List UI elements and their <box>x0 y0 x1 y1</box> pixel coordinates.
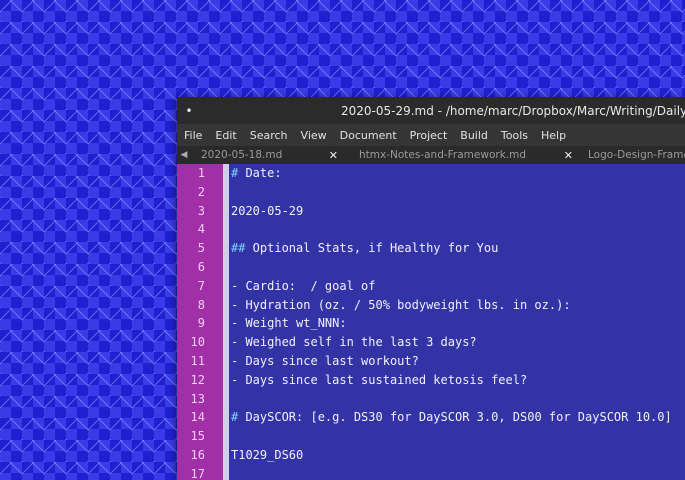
code-line[interactable]: # Date: <box>231 164 685 183</box>
tab-scroll-left-icon[interactable]: ◀ <box>177 150 191 160</box>
code-text-area[interactable]: # Date: 2020-05-29 ## Optional Stats, if H… <box>229 164 685 480</box>
code-line-text: - Weight wt_NNN: <box>231 316 347 331</box>
menu-help[interactable]: Help <box>541 129 566 142</box>
code-line-text: 2020-05-29 <box>231 203 304 218</box>
editor-area[interactable]: 1 2 3 4 5 6 7 8 9 10 11 12 13 14 15 16 17 # Date: 2020-05… <box>177 164 685 480</box>
line-number: 7 <box>197 278 205 293</box>
menu-edit[interactable]: Edit <box>215 129 236 142</box>
code-line-text: DaySCOR: [e.g. DS30 for DaySCOR 3.0, DS0… <box>238 410 672 425</box>
line-number: 13 <box>190 391 205 406</box>
line-number: 17 <box>190 466 205 480</box>
document-tabbar: ◀ 2020-05-18.md ✕ htmx-Notes-and-Framewo… <box>177 146 685 164</box>
code-line[interactable]: - Cardio: / goal of <box>231 277 685 296</box>
geany-editor-window: • 2020-05-29.md - /home/marc/Dropbox/Mar… <box>177 97 685 480</box>
code-line[interactable] <box>231 465 685 480</box>
code-line-text: Optional Stats, if Healthy for You <box>245 241 499 256</box>
tab-label: htmx-Notes-and-Framework.md <box>359 149 527 161</box>
line-number: 8 <box>197 297 205 312</box>
code-line-text: - Cardio: / goal of <box>231 278 376 293</box>
line-number: 3 <box>197 203 205 218</box>
code-line[interactable]: - Days since last workout? <box>231 352 685 371</box>
line-number: 16 <box>190 447 205 462</box>
tab-2020-05-18[interactable]: 2020-05-18.md ✕ <box>191 149 346 162</box>
menu-build[interactable]: Build <box>460 129 488 142</box>
code-line[interactable] <box>231 220 685 239</box>
code-line[interactable]: - Weight wt_NNN: <box>231 314 685 333</box>
menubar: File Edit Search View Document Project B… <box>177 124 685 146</box>
code-line[interactable] <box>231 258 685 277</box>
code-line[interactable]: ## Optional Stats, if Healthy for You <box>231 239 685 258</box>
window-titlebar[interactable]: • 2020-05-29.md - /home/marc/Dropbox/Mar… <box>177 97 685 124</box>
menu-search[interactable]: Search <box>250 129 288 142</box>
line-number-gutter: 1 2 3 4 5 6 7 8 9 10 11 12 13 14 15 16 17 <box>177 164 223 480</box>
tab-logo-design[interactable]: Logo-Design-Frame <box>582 149 685 161</box>
code-line-text: - Hydration (oz. / 50% bodyweight lbs. i… <box>231 297 571 312</box>
line-number: 11 <box>190 353 205 368</box>
window-menu-dot-icon[interactable]: • <box>177 104 201 118</box>
line-number: 15 <box>190 429 205 444</box>
code-line-text: - Days since last workout? <box>231 353 419 368</box>
tab-htmx-notes[interactable]: htmx-Notes-and-Framework.md ✕ <box>346 149 582 162</box>
code-line[interactable]: T1029_DS60 <box>231 446 685 465</box>
code-line-text: - Weighed self in the last 3 days? <box>231 335 477 350</box>
menu-project[interactable]: Project <box>410 129 448 142</box>
tab-close-icon[interactable]: ✕ <box>329 149 338 162</box>
code-line-text: T1029_DS60 <box>231 447 304 462</box>
code-line-text: Date: <box>238 166 282 180</box>
line-number: 14 <box>190 410 205 425</box>
code-line[interactable]: # DaySCOR: [e.g. DS30 for DaySCOR 3.0, D… <box>231 408 685 427</box>
line-number: 4 <box>197 222 205 237</box>
code-line[interactable] <box>231 427 685 446</box>
line-number: 10 <box>190 335 205 350</box>
menu-file[interactable]: File <box>184 129 202 142</box>
window-title: 2020-05-29.md - /home/marc/Dropbox/Marc/… <box>341 103 685 118</box>
line-number: 9 <box>197 316 205 331</box>
line-number: 12 <box>190 372 205 387</box>
code-line-text: - Days since last sustained ketosis feel… <box>231 372 528 387</box>
code-line[interactable] <box>231 390 685 409</box>
line-number: 1 <box>197 166 205 180</box>
code-line[interactable]: - Days since last sustained ketosis feel… <box>231 371 685 390</box>
code-line[interactable]: - Weighed self in the last 3 days? <box>231 333 685 352</box>
menu-tools[interactable]: Tools <box>501 129 528 142</box>
line-number: 5 <box>197 241 205 256</box>
code-line[interactable]: 2020-05-29 <box>231 202 685 221</box>
tab-label: 2020-05-18.md <box>201 149 283 161</box>
code-line[interactable]: - Hydration (oz. / 50% bodyweight lbs. i… <box>231 296 685 315</box>
menu-document[interactable]: Document <box>340 129 397 142</box>
tab-label: Logo-Design-Frame <box>588 149 685 161</box>
menu-view[interactable]: View <box>301 129 327 142</box>
tab-close-icon[interactable]: ✕ <box>564 149 573 162</box>
code-line[interactable] <box>231 183 685 202</box>
line-number: 2 <box>197 184 205 199</box>
line-number: 6 <box>197 259 205 274</box>
markdown-heading-marker: ## <box>231 241 246 256</box>
